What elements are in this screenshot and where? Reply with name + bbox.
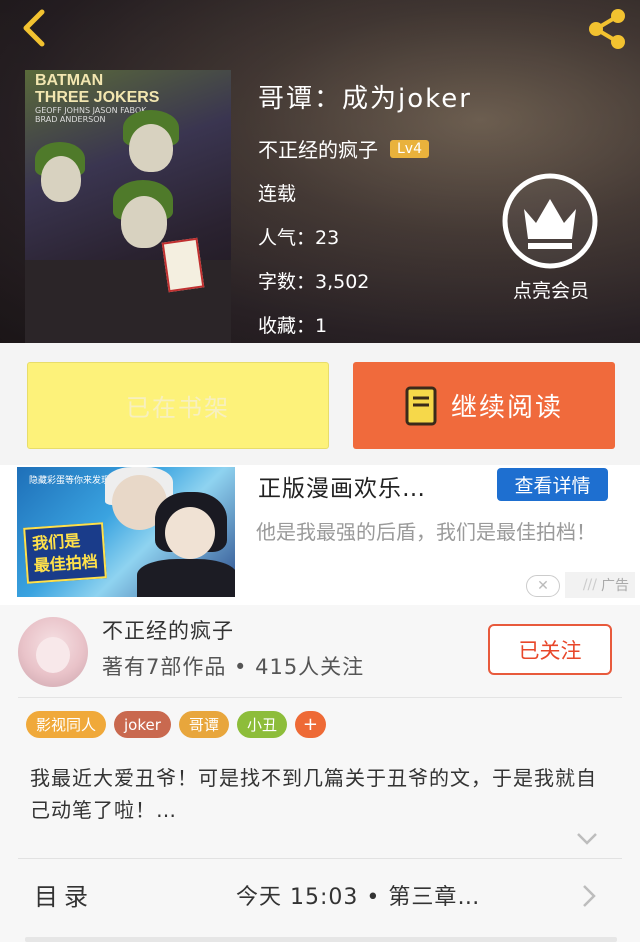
view-details-button[interactable]: 查看详情 [497, 468, 608, 501]
ad-stripes-icon: /// [582, 577, 597, 593]
status-text: 连载 [258, 183, 297, 205]
chevron-down-icon[interactable] [576, 832, 598, 846]
book-icon [405, 386, 437, 425]
more-tags-button[interactable]: + [294, 711, 326, 738]
word-count-text: 字数：3,502 [258, 271, 370, 293]
author-stats: 著有7部作品 • 415人关注 [102, 655, 365, 679]
ad-label: /// 广告 [565, 572, 635, 598]
divider [18, 858, 622, 859]
popularity-text: 人气：23 [258, 227, 340, 249]
book-description[interactable]: 我最近大爱丑爷！可是找不到几篇关于丑爷的文，于是我就自己动笔了啦！… [30, 762, 615, 826]
tag-list: 影视同人 joker 哥谭 小丑 + [26, 711, 326, 738]
tag-item[interactable]: 小丑 [236, 711, 287, 738]
favorites-text: 收藏：1 [258, 315, 328, 337]
ad-description: 他是我最强的后盾，我们是最佳拍档！ [256, 520, 596, 544]
latest-chapter[interactable]: 今天 15:03 • 第三章… [236, 879, 480, 911]
ad-title[interactable]: 正版漫画欢乐… [258, 469, 426, 503]
in-shelf-button[interactable]: 已在书架 [27, 362, 329, 449]
tag-item[interactable]: 哥谭 [178, 711, 229, 738]
joker-figure [129, 124, 173, 172]
ad-banner[interactable]: 隐藏彩蛋等你来发现！ 我们是 最佳拍档 正版漫画欢乐… 查看详情 他是我最强的后… [0, 465, 640, 605]
chevron-left-icon[interactable] [14, 8, 54, 48]
avatar[interactable] [18, 617, 88, 687]
ad-image[interactable]: 隐藏彩蛋等你来发现！ 我们是 最佳拍档 [17, 467, 235, 597]
chevron-right-icon[interactable] [582, 884, 596, 908]
tag-item[interactable]: 影视同人 [26, 711, 107, 738]
ad-image-badge: 我们是 最佳拍档 [23, 522, 107, 584]
followed-button[interactable]: 已关注 [488, 624, 612, 675]
author-name[interactable]: 不正经的疯子 [258, 134, 378, 163]
crown-icon[interactable] [502, 173, 598, 269]
book-cover[interactable]: BATMAN THREE JOKERS GEOFF JOHNS JASON FA… [25, 70, 231, 343]
joker-figure [121, 196, 167, 248]
share-icon[interactable] [584, 6, 630, 52]
toc-label[interactable]: 目录 [34, 877, 94, 912]
book-title: 哥谭：成为joker [258, 84, 472, 114]
action-bar: 已在书架 继续阅读 [0, 343, 640, 465]
continue-reading-label: 继续阅读 [450, 393, 563, 423]
book-info: 哥谭：成为joker 不正经的疯子 Lv4 连载 人气：23 字数：3,502 … [258, 78, 472, 337]
vip-label[interactable]: 点亮会员 [496, 276, 606, 303]
close-icon[interactable]: ✕ [526, 575, 560, 597]
bottom-divider [25, 937, 617, 942]
author-row[interactable]: 不正经的疯子 Lv4 [258, 134, 429, 163]
joker-figure [41, 156, 81, 202]
ad-character [165, 507, 215, 559]
joker-card [161, 237, 205, 293]
author-name[interactable]: 不正经的疯子 [102, 615, 234, 645]
avatar-face [36, 637, 70, 673]
ad-character [137, 559, 235, 597]
cover-title: BATMAN THREE JOKERS [35, 72, 160, 106]
continue-reading-button[interactable]: 继续阅读 [353, 362, 615, 449]
tag-item[interactable]: joker [114, 711, 171, 738]
level-badge: Lv4 [390, 139, 429, 158]
divider [18, 697, 622, 698]
author-section: 不正经的疯子 著有7部作品 • 415人关注 已关注 影视同人 joker 哥谭… [0, 605, 640, 942]
book-header: BATMAN THREE JOKERS GEOFF JOHNS JASON FA… [0, 0, 640, 343]
